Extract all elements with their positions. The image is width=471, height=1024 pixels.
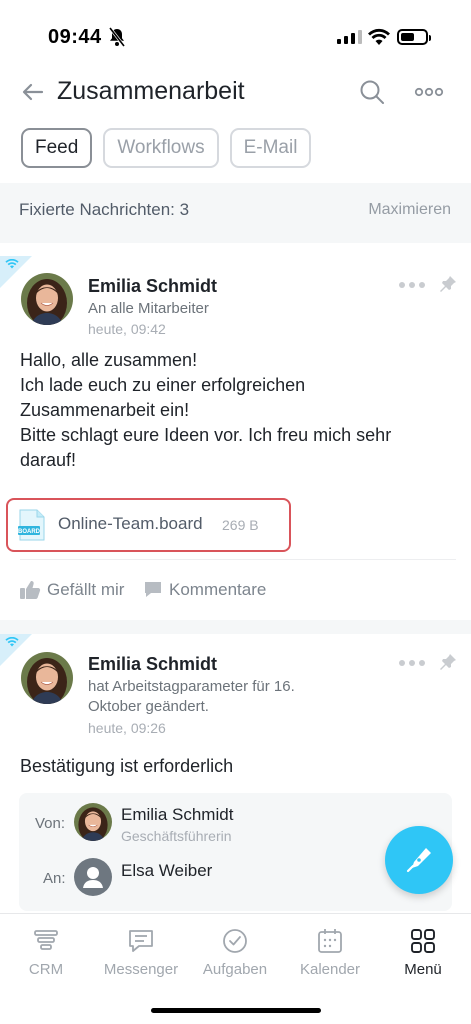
thumbs-up-icon (20, 581, 41, 599)
crm-icon (34, 930, 58, 950)
tasks-icon (223, 929, 247, 953)
post-destination: An alle Mitarbeiter (88, 300, 209, 317)
messenger-icon (129, 930, 153, 952)
pinned-messages-label: Fixierte Nachrichten: 3 (19, 200, 190, 219)
avatar[interactable] (21, 273, 73, 325)
nav-crm[interactable]: CRM (1, 926, 91, 978)
page-title: Zusammenarbeit (57, 77, 245, 105)
nav-label: Menü (404, 961, 442, 978)
to-label: An: (43, 870, 66, 887)
cellular-signal-icon (337, 30, 362, 44)
status-time: 09:44 (48, 26, 102, 48)
menu-grid-icon (411, 929, 435, 953)
post-line: Ich lade euch zu einer erfolgreichen (20, 375, 306, 395)
battery-icon (397, 29, 431, 45)
user-placeholder-avatar[interactable] (74, 858, 112, 896)
back-arrow-icon[interactable] (20, 79, 46, 105)
feed-post: Emilia Schmidt An alle Mitarbeiter heute… (0, 256, 471, 620)
post-time: heute, 09:42 (88, 321, 166, 337)
comments-button[interactable]: Kommentare (143, 580, 266, 600)
avatar[interactable] (74, 803, 112, 841)
pen-icon (406, 848, 431, 873)
from-role: Geschäftsführerin (121, 828, 232, 844)
more-options-icon[interactable] (413, 82, 445, 102)
from-name[interactable]: Emilia Schmidt (121, 805, 233, 825)
tab-bar: Feed Workflows E-Mail (21, 128, 312, 168)
file-attachment[interactable]: BOARD Online-Team.board 269 B (6, 498, 291, 552)
calendar-icon (318, 929, 342, 953)
broadcast-icon (5, 637, 19, 647)
nav-messenger[interactable]: Messenger (96, 926, 186, 978)
post-author[interactable]: Emilia Schmidt (88, 654, 217, 675)
from-label: Von: (35, 815, 66, 832)
post-time: heute, 09:26 (88, 720, 166, 736)
tab-feed[interactable]: Feed (21, 128, 93, 168)
post-menu-icon[interactable] (398, 658, 426, 668)
wifi-icon (368, 28, 390, 45)
post-menu-icon[interactable] (398, 280, 426, 290)
nav-calendar[interactable]: Kalender (285, 926, 375, 978)
to-name[interactable]: Elsa Weiber (121, 861, 212, 881)
post-destination-line: Oktober geändert. (88, 698, 209, 715)
file-name: Online-Team.board (58, 514, 203, 533)
nav-label: Messenger (103, 961, 179, 978)
pin-icon[interactable] (438, 652, 458, 672)
comment-icon (145, 582, 161, 597)
file-icon-label: BOARD (18, 529, 41, 535)
post-line: Zusammenarbeit ein! (20, 400, 190, 420)
pinned-messages-bar[interactable]: Fixierte Nachrichten: 3 Maximieren (0, 183, 471, 243)
like-label: Gefällt mir (47, 580, 125, 599)
bell-off-icon (108, 27, 126, 47)
pin-icon[interactable] (438, 274, 458, 294)
home-indicator[interactable] (151, 1008, 321, 1013)
board-file-icon: BOARD (18, 509, 45, 541)
post-line: darauf! (20, 450, 77, 470)
file-size: 269 B (222, 517, 259, 533)
comments-label: Kommentare (169, 580, 267, 599)
create-post-button[interactable] (385, 826, 453, 894)
nav-label: CRM (28, 961, 64, 978)
status-bar: 09:44 (0, 0, 471, 70)
nav-menu[interactable]: Menü (378, 926, 468, 978)
post-body: Hallo, alle zusammen! Ich lade euch zu e… (20, 348, 391, 473)
header: Zusammenarbeit (0, 70, 471, 120)
post-destination-line: hat Arbeitstagparameter für 16. (88, 678, 295, 695)
post-line: Hallo, alle zusammen! (20, 350, 198, 370)
avatar[interactable] (21, 652, 73, 704)
search-icon[interactable] (358, 78, 386, 106)
nav-tasks[interactable]: Aufgaben (190, 926, 280, 978)
tab-workflows[interactable]: Workflows (103, 128, 219, 168)
nav-label: Kalender (299, 961, 361, 978)
confirmation-required-text: Bestätigung ist erforderlich (20, 756, 234, 776)
post-line: Bitte schlagt eure Ideen vor. Ich freu m… (20, 425, 392, 445)
like-button[interactable]: Gefällt mir (19, 580, 124, 600)
post-separator (0, 620, 471, 634)
nav-label: Aufgaben (202, 961, 268, 978)
maximize-button[interactable]: Maximieren (368, 201, 451, 219)
divider (20, 559, 456, 560)
user-icon (83, 867, 103, 888)
tab-email[interactable]: E-Mail (229, 128, 312, 168)
broadcast-icon (5, 259, 19, 269)
post-author[interactable]: Emilia Schmidt (88, 276, 217, 297)
